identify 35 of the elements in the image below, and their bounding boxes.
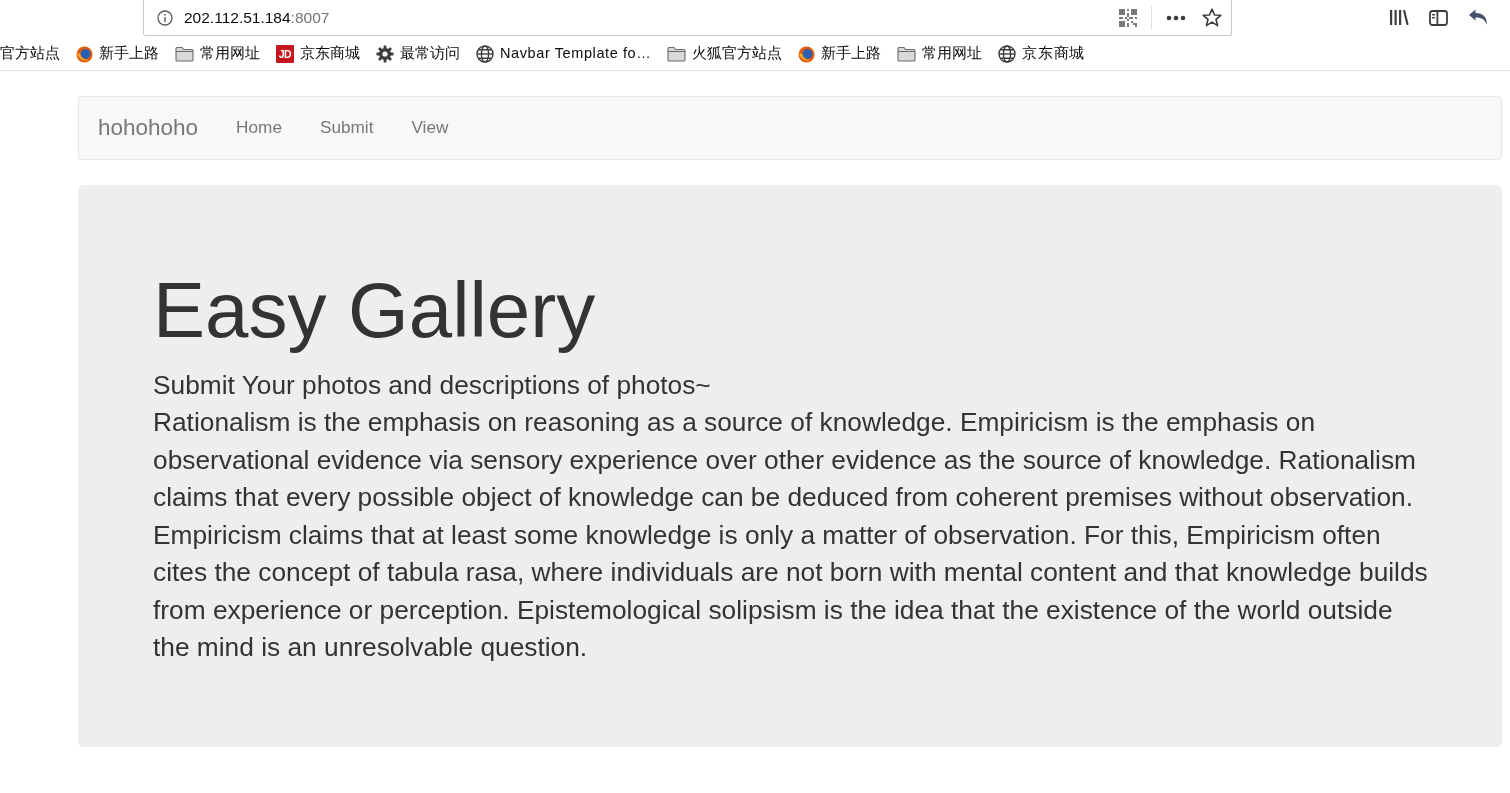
folder-icon — [667, 46, 687, 62]
globe-icon — [998, 45, 1017, 63]
star-icon[interactable] — [1202, 8, 1222, 27]
brand-link[interactable]: hohohoho — [79, 111, 218, 145]
back-arrow-icon[interactable] — [1468, 9, 1488, 26]
nav-link[interactable]: Home — [217, 115, 301, 141]
hero-title: Easy Gallery — [153, 268, 597, 354]
nav-link[interactable]: Submit — [300, 115, 393, 141]
hero-tagline: Submit Your photos and descriptions of photos~ — [153, 368, 712, 402]
bookmark[interactable]: 最常访问 — [376, 41, 460, 67]
address-field[interactable]: 202.112.51.184:8007 — [143, 0, 1232, 36]
qr-code-icon[interactable] — [1119, 8, 1137, 27]
bookmark[interactable]: Navbar Template fo… — [476, 41, 652, 67]
gear-icon — [376, 45, 394, 63]
bookmark[interactable]: 官方站点 — [0, 41, 60, 67]
sidebar-icon[interactable] — [1429, 9, 1448, 26]
url-text: 202.112.51.184:8007 — [184, 7, 330, 28]
library-icon[interactable] — [1389, 9, 1409, 26]
more-icon[interactable] — [1166, 14, 1186, 21]
bookmark[interactable]: 火狐官方站点 — [667, 41, 783, 67]
site-logo: JD — [276, 45, 294, 63]
nav-link[interactable]: View — [392, 115, 468, 141]
hero-text: Rationalism is the emphasis on reasoning as a source of knowledge. Empiricism is the emphasis on observational evidence via sensory experience over other evidence as the source of knowledge. Rationalism claims that every possible object of knowledge can be deduced from coherent premises without observation. Empiricism claims that at least some knowledge is only a matter of observation. For this, Empiricism often cites the concept of tabula rasa, where individuals are not born with mental content and that knowledge builds from experience or perception. Epistemological solipsism is the idea that the existence of the world outside the mind is an unresolvable question. — [153, 406, 1429, 665]
globe-icon — [476, 45, 494, 63]
folder-icon — [175, 46, 194, 62]
info-icon[interactable] — [157, 9, 173, 26]
logo-icon — [76, 45, 93, 63]
folder-icon — [897, 46, 917, 62]
bookmark[interactable]: 京东商城 — [998, 41, 1085, 67]
logo-icon — [798, 45, 816, 63]
bookmark[interactable]: 常用网址 — [897, 41, 983, 67]
bookmark[interactable]: JD 京东商城 — [276, 41, 360, 67]
bookmark[interactable]: 新手上路 — [76, 41, 159, 67]
bookmark[interactable]: 新手上路 — [798, 41, 882, 67]
bookmark[interactable]: 常用网址 — [175, 41, 260, 67]
